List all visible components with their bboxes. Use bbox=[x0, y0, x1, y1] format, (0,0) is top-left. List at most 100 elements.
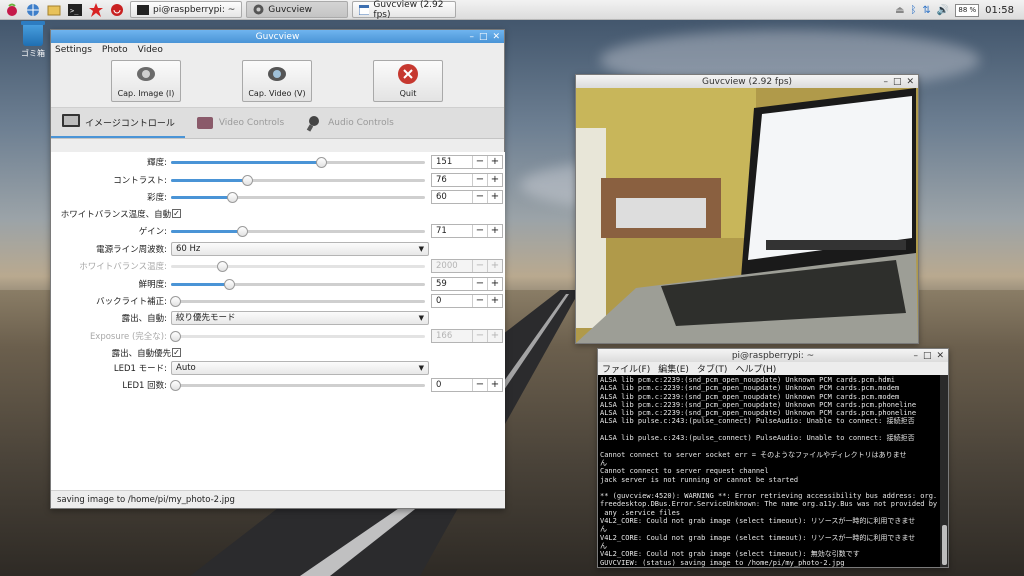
raspberry-menu-icon[interactable] bbox=[3, 1, 21, 19]
slider-knob[interactable] bbox=[224, 279, 236, 290]
preview-minimize-button[interactable]: – bbox=[883, 77, 888, 87]
increment-button[interactable]: + bbox=[487, 156, 502, 168]
maximize-button[interactable]: □ bbox=[479, 32, 488, 42]
control-spinbox[interactable]: 60− + bbox=[431, 190, 503, 204]
menu-photo[interactable]: Photo bbox=[102, 45, 128, 55]
control-label: ゲイン: bbox=[138, 227, 167, 237]
terminal-output[interactable]: ALSA lib pcm.c:2239:(snd_pcm_open_noupda… bbox=[598, 375, 948, 567]
increment-button[interactable]: + bbox=[487, 191, 502, 203]
spinbox-value[interactable]: 60 bbox=[432, 191, 472, 203]
preview-maximize-button[interactable]: □ bbox=[893, 77, 902, 87]
capture-image-button[interactable]: Cap. Image (I) bbox=[111, 60, 181, 102]
increment-button[interactable]: + bbox=[487, 225, 502, 237]
task-guvcview-preview[interactable]: Guvcview (2.92 fps) bbox=[352, 0, 457, 20]
tab-video-controls[interactable]: Video Controls bbox=[185, 108, 294, 138]
control-spinbox[interactable]: 76− + bbox=[431, 173, 503, 187]
terminal-titlebar[interactable]: pi@raspberrypi: ~ – □ ✕ bbox=[598, 349, 948, 362]
decrement-button[interactable]: − bbox=[472, 191, 487, 203]
slider-knob[interactable] bbox=[226, 192, 238, 203]
trash-icon bbox=[21, 21, 45, 46]
spinbox-value[interactable]: 71 bbox=[432, 225, 472, 237]
slider-knob bbox=[216, 261, 228, 272]
control-label: Exposure (完全な): bbox=[89, 332, 167, 342]
terminal-scrollbar[interactable] bbox=[940, 375, 948, 567]
control-checkbox[interactable]: ✓ bbox=[172, 209, 181, 218]
control-dropdown[interactable]: 絞り優先モード ▼ bbox=[171, 311, 429, 325]
increment-button[interactable]: + bbox=[487, 278, 502, 290]
dropdown-value: 絞り優先モード bbox=[176, 313, 236, 323]
increment-button[interactable]: + bbox=[487, 295, 502, 307]
browser-icon[interactable] bbox=[24, 1, 42, 19]
increment-button: + bbox=[487, 330, 502, 342]
spinbox-value[interactable]: 59 bbox=[432, 278, 472, 290]
control-slider[interactable] bbox=[171, 226, 425, 237]
decrement-button[interactable]: − bbox=[472, 379, 487, 391]
main-titlebar[interactable]: Guvcview – □ ✕ bbox=[51, 30, 504, 43]
increment-button[interactable]: + bbox=[487, 174, 502, 186]
control-slider[interactable] bbox=[171, 157, 425, 168]
terminal-menu-edit[interactable]: 編集(E) bbox=[658, 362, 689, 375]
control-label: ホワイトバランス温度: bbox=[79, 262, 167, 272]
spinbox-value[interactable]: 151 bbox=[432, 156, 472, 168]
file-manager-icon[interactable] bbox=[45, 1, 63, 19]
tab-image-controls[interactable]: イメージコントロール bbox=[51, 108, 185, 138]
slider-knob[interactable] bbox=[237, 226, 249, 237]
control-row: 電源ライン周波数: 60 Hz ▼ bbox=[51, 241, 505, 257]
terminal-launcher-icon[interactable]: >_ bbox=[66, 1, 84, 19]
control-spinbox[interactable]: 0− + bbox=[431, 378, 503, 392]
control-slider[interactable] bbox=[171, 192, 425, 203]
minimize-button[interactable]: – bbox=[469, 32, 474, 42]
terminal-minimize-button[interactable]: – bbox=[913, 351, 918, 361]
menu-video[interactable]: Video bbox=[138, 45, 163, 55]
slider-knob[interactable] bbox=[170, 296, 181, 307]
decrement-button[interactable]: − bbox=[472, 278, 487, 290]
menu-settings[interactable]: Settings bbox=[55, 45, 92, 55]
eject-icon[interactable]: ⏏ bbox=[895, 5, 904, 16]
close-button[interactable]: ✕ bbox=[492, 32, 500, 42]
terminal-maximize-button[interactable]: □ bbox=[923, 351, 932, 361]
control-dropdown[interactable]: Auto ▼ bbox=[171, 361, 429, 375]
spinbox-value[interactable]: 76 bbox=[432, 174, 472, 186]
task-guvcview[interactable]: Guvcview bbox=[246, 1, 349, 18]
control-dropdown[interactable]: 60 Hz ▼ bbox=[171, 242, 429, 256]
control-spinbox[interactable]: 151− + bbox=[431, 155, 503, 169]
control-spinbox[interactable]: 59− + bbox=[431, 277, 503, 291]
control-spinbox[interactable]: 71− + bbox=[431, 224, 503, 238]
decrement-button[interactable]: − bbox=[472, 225, 487, 237]
volume-icon[interactable]: 🔊 bbox=[937, 5, 949, 16]
control-slider[interactable] bbox=[171, 175, 425, 186]
decrement-button[interactable]: − bbox=[472, 156, 487, 168]
control-spinbox[interactable]: 0− + bbox=[431, 294, 503, 308]
desktop-trash[interactable]: ゴミ箱 bbox=[18, 21, 48, 59]
clock[interactable]: 01:58 bbox=[985, 5, 1014, 16]
preview-close-button[interactable]: ✕ bbox=[906, 77, 914, 87]
math-app-icon[interactable] bbox=[87, 1, 105, 19]
terminal-menu-tabs[interactable]: タブ(T) bbox=[697, 362, 728, 375]
control-slider[interactable] bbox=[170, 296, 425, 307]
terminal-menu-help[interactable]: ヘルプ(H) bbox=[735, 362, 776, 375]
control-checkbox[interactable]: ✓ bbox=[172, 348, 181, 357]
increment-button[interactable]: + bbox=[487, 379, 502, 391]
monitor-icon bbox=[62, 114, 80, 127]
shutdown-icon[interactable] bbox=[108, 1, 126, 19]
control-slider[interactable] bbox=[170, 380, 425, 391]
terminal-menu-file[interactable]: ファイル(F) bbox=[602, 362, 650, 375]
wifi-icon[interactable]: ⇅ bbox=[923, 5, 931, 16]
slider-knob[interactable] bbox=[170, 380, 181, 391]
control-slider[interactable] bbox=[171, 279, 425, 290]
preview-window-title: Guvcview (2.92 fps) bbox=[701, 76, 793, 87]
decrement-button[interactable]: − bbox=[472, 295, 487, 307]
slider-knob[interactable] bbox=[242, 175, 254, 186]
terminal-scroll-thumb[interactable] bbox=[942, 525, 947, 565]
task-terminal[interactable]: pi@raspberrypi: ~ bbox=[130, 1, 243, 18]
bluetooth-icon[interactable]: ᛒ bbox=[911, 5, 917, 16]
terminal-close-button[interactable]: ✕ bbox=[936, 351, 944, 361]
spinbox-value[interactable]: 0 bbox=[432, 295, 472, 307]
decrement-button[interactable]: − bbox=[472, 174, 487, 186]
slider-knob[interactable] bbox=[315, 157, 327, 168]
quit-button[interactable]: Quit bbox=[373, 60, 443, 102]
spinbox-value[interactable]: 0 bbox=[432, 379, 472, 391]
preview-titlebar[interactable]: Guvcview (2.92 fps) – □ ✕ bbox=[576, 75, 918, 88]
tab-audio-controls[interactable]: Audio Controls bbox=[294, 108, 404, 138]
capture-video-button[interactable]: Cap. Video (V) bbox=[242, 60, 312, 102]
